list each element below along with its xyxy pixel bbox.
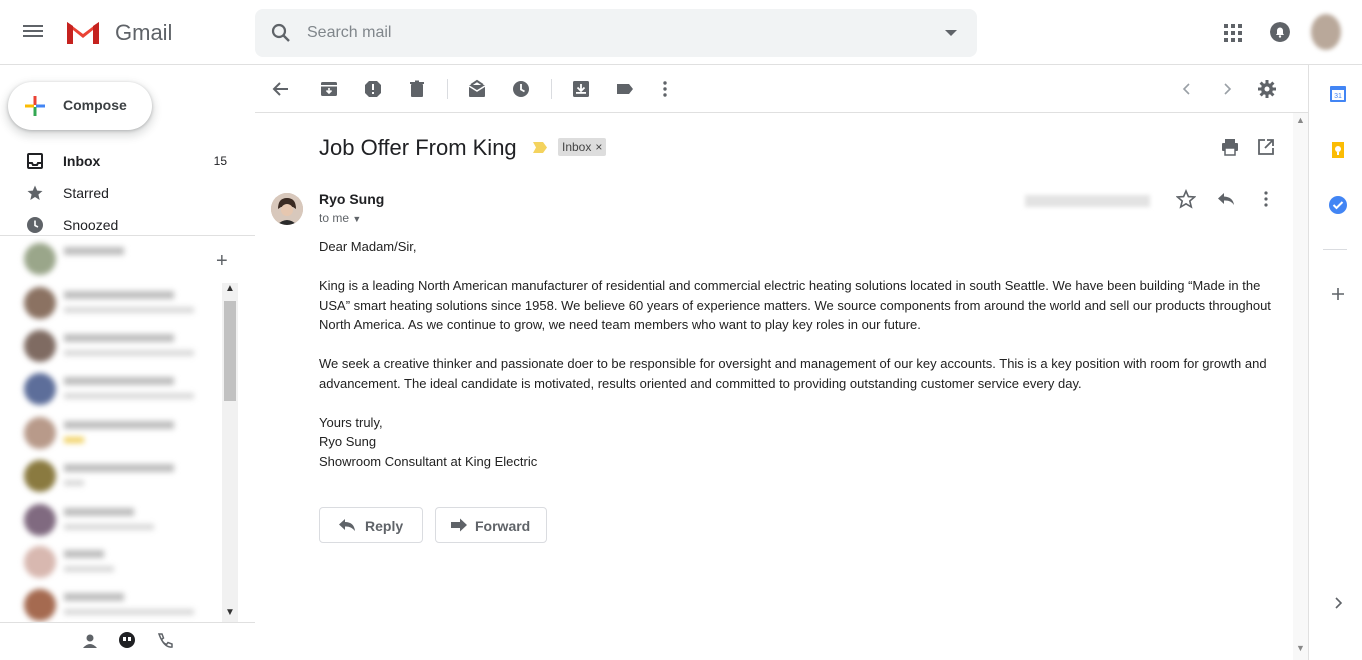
sidebar-item-starred[interactable]: Starred xyxy=(0,177,240,209)
compose-label: Compose xyxy=(63,97,127,113)
add-addon-icon[interactable] xyxy=(1328,284,1348,304)
scroll-up-icon[interactable]: ▲ xyxy=(1296,115,1305,125)
sidebar-item-label: Snoozed xyxy=(63,217,119,233)
more-options-icon[interactable] xyxy=(1256,189,1276,209)
recipient-details[interactable]: to me ▼ xyxy=(319,211,361,225)
closing: Yours truly, xyxy=(319,414,383,430)
reply-icon xyxy=(339,519,355,531)
paragraph: King is a leading North American manufac… xyxy=(319,278,1271,332)
older-icon[interactable] xyxy=(1217,79,1237,99)
signature-title: Showroom Consultant at King Electric xyxy=(319,453,538,469)
contact-list-scrollbar[interactable]: ▲ ▼ xyxy=(222,283,238,623)
keep-icon[interactable] xyxy=(1328,140,1348,160)
paragraph: We seek a creative thinker and passionat… xyxy=(319,356,1267,391)
report-spam-icon[interactable] xyxy=(363,79,383,99)
contact-row[interactable] xyxy=(24,285,220,325)
svg-text:31: 31 xyxy=(1334,93,1342,100)
contact-row[interactable] xyxy=(24,371,220,411)
clock-icon xyxy=(27,217,43,233)
star-icon xyxy=(27,185,43,200)
sidebar-item-label: Starred xyxy=(63,185,109,201)
message-scrollbar[interactable]: ▲ ▼ xyxy=(1293,113,1308,660)
message-view: Job Offer From King Inbox × Ryo Sung to m… xyxy=(255,113,1293,660)
signature-name: Ryo Sung xyxy=(319,434,377,449)
forward-button[interactable]: Forward xyxy=(435,507,547,543)
hangouts-tabs xyxy=(0,622,255,660)
top-bar: Gmail xyxy=(0,0,1362,65)
snooze-icon[interactable] xyxy=(511,79,531,99)
calendar-icon[interactable]: 31 xyxy=(1328,84,1348,104)
delete-icon[interactable] xyxy=(407,79,427,99)
recipient-label: to me xyxy=(319,211,350,225)
email-subject: Job Offer From King xyxy=(319,135,517,160)
open-in-new-window-icon[interactable] xyxy=(1256,137,1276,157)
star-icon[interactable] xyxy=(1176,189,1196,209)
inbox-icon xyxy=(27,153,43,169)
sidebar: Compose Inbox 15 Starred Snoozed + xyxy=(0,65,255,660)
search-bar[interactable] xyxy=(255,9,977,57)
scroll-down-icon[interactable]: ▼ xyxy=(1296,643,1305,653)
google-apps-icon[interactable] xyxy=(1224,24,1242,42)
archive-icon[interactable] xyxy=(319,79,339,99)
message-toolbar xyxy=(255,65,1308,113)
hangouts-contact-list xyxy=(0,237,240,622)
compose-button[interactable]: Compose xyxy=(8,82,152,130)
show-details-icon[interactable]: ▼ xyxy=(352,214,361,224)
sender-avatar[interactable] xyxy=(271,193,303,225)
reply-label: Reply xyxy=(365,518,404,534)
reply-icon[interactable] xyxy=(1216,189,1236,209)
contact-row[interactable] xyxy=(24,328,220,368)
label-chip-inbox[interactable]: Inbox × xyxy=(558,138,607,156)
compose-plus-icon xyxy=(25,96,45,116)
timestamp xyxy=(1025,195,1150,207)
hangouts-icon[interactable] xyxy=(117,631,137,651)
label-icon[interactable] xyxy=(615,79,635,99)
tasks-icon[interactable] xyxy=(1328,195,1348,215)
contact-row[interactable] xyxy=(24,241,220,281)
side-panel: 31 xyxy=(1308,65,1362,660)
sidebar-item-label: Inbox xyxy=(63,153,101,169)
back-arrow-icon[interactable] xyxy=(271,79,291,99)
settings-icon[interactable] xyxy=(1257,79,1277,99)
app-name[interactable]: Gmail xyxy=(115,20,172,46)
importance-marker-icon[interactable] xyxy=(533,142,547,153)
search-icon[interactable] xyxy=(269,21,293,45)
contact-row[interactable] xyxy=(24,587,220,622)
search-options-icon[interactable] xyxy=(945,30,957,36)
notifications-icon[interactable] xyxy=(1270,22,1290,42)
scroll-up-icon[interactable]: ▲ xyxy=(225,283,235,294)
scroll-down-icon[interactable]: ▼ xyxy=(225,607,235,618)
main-menu-icon[interactable] xyxy=(23,22,47,42)
account-avatar[interactable] xyxy=(1311,14,1341,50)
new-conversation-icon[interactable]: + xyxy=(216,250,228,273)
print-icon[interactable] xyxy=(1220,137,1240,157)
contact-row[interactable] xyxy=(24,502,220,542)
sidebar-item-inbox[interactable]: Inbox 15 xyxy=(0,145,240,177)
contact-row[interactable] xyxy=(24,544,220,584)
scroll-thumb[interactable] xyxy=(224,301,236,401)
email-body: Dear Madam/Sir, King is a leading North … xyxy=(319,237,1279,471)
forward-label: Forward xyxy=(475,518,531,534)
contact-row[interactable] xyxy=(24,458,220,498)
label-chip-text: Inbox xyxy=(562,140,592,154)
greeting: Dear Madam/Sir, xyxy=(319,239,417,254)
contacts-icon[interactable] xyxy=(80,631,100,651)
reply-button[interactable]: Reply xyxy=(319,507,423,543)
phone-icon[interactable] xyxy=(155,631,175,651)
more-icon[interactable] xyxy=(655,79,675,99)
contact-row[interactable] xyxy=(24,415,220,455)
forward-icon xyxy=(451,518,467,532)
unread-count: 15 xyxy=(213,154,227,168)
remove-label-icon[interactable]: × xyxy=(595,140,602,154)
gmail-logo[interactable] xyxy=(64,18,102,46)
mark-unread-icon[interactable] xyxy=(467,79,487,99)
sender-name[interactable]: Ryo Sung xyxy=(319,191,384,207)
move-to-icon[interactable] xyxy=(571,79,591,99)
search-input[interactable] xyxy=(307,21,907,45)
divider xyxy=(0,235,255,236)
newer-icon[interactable] xyxy=(1177,79,1197,99)
expand-panel-icon[interactable] xyxy=(1328,593,1348,613)
